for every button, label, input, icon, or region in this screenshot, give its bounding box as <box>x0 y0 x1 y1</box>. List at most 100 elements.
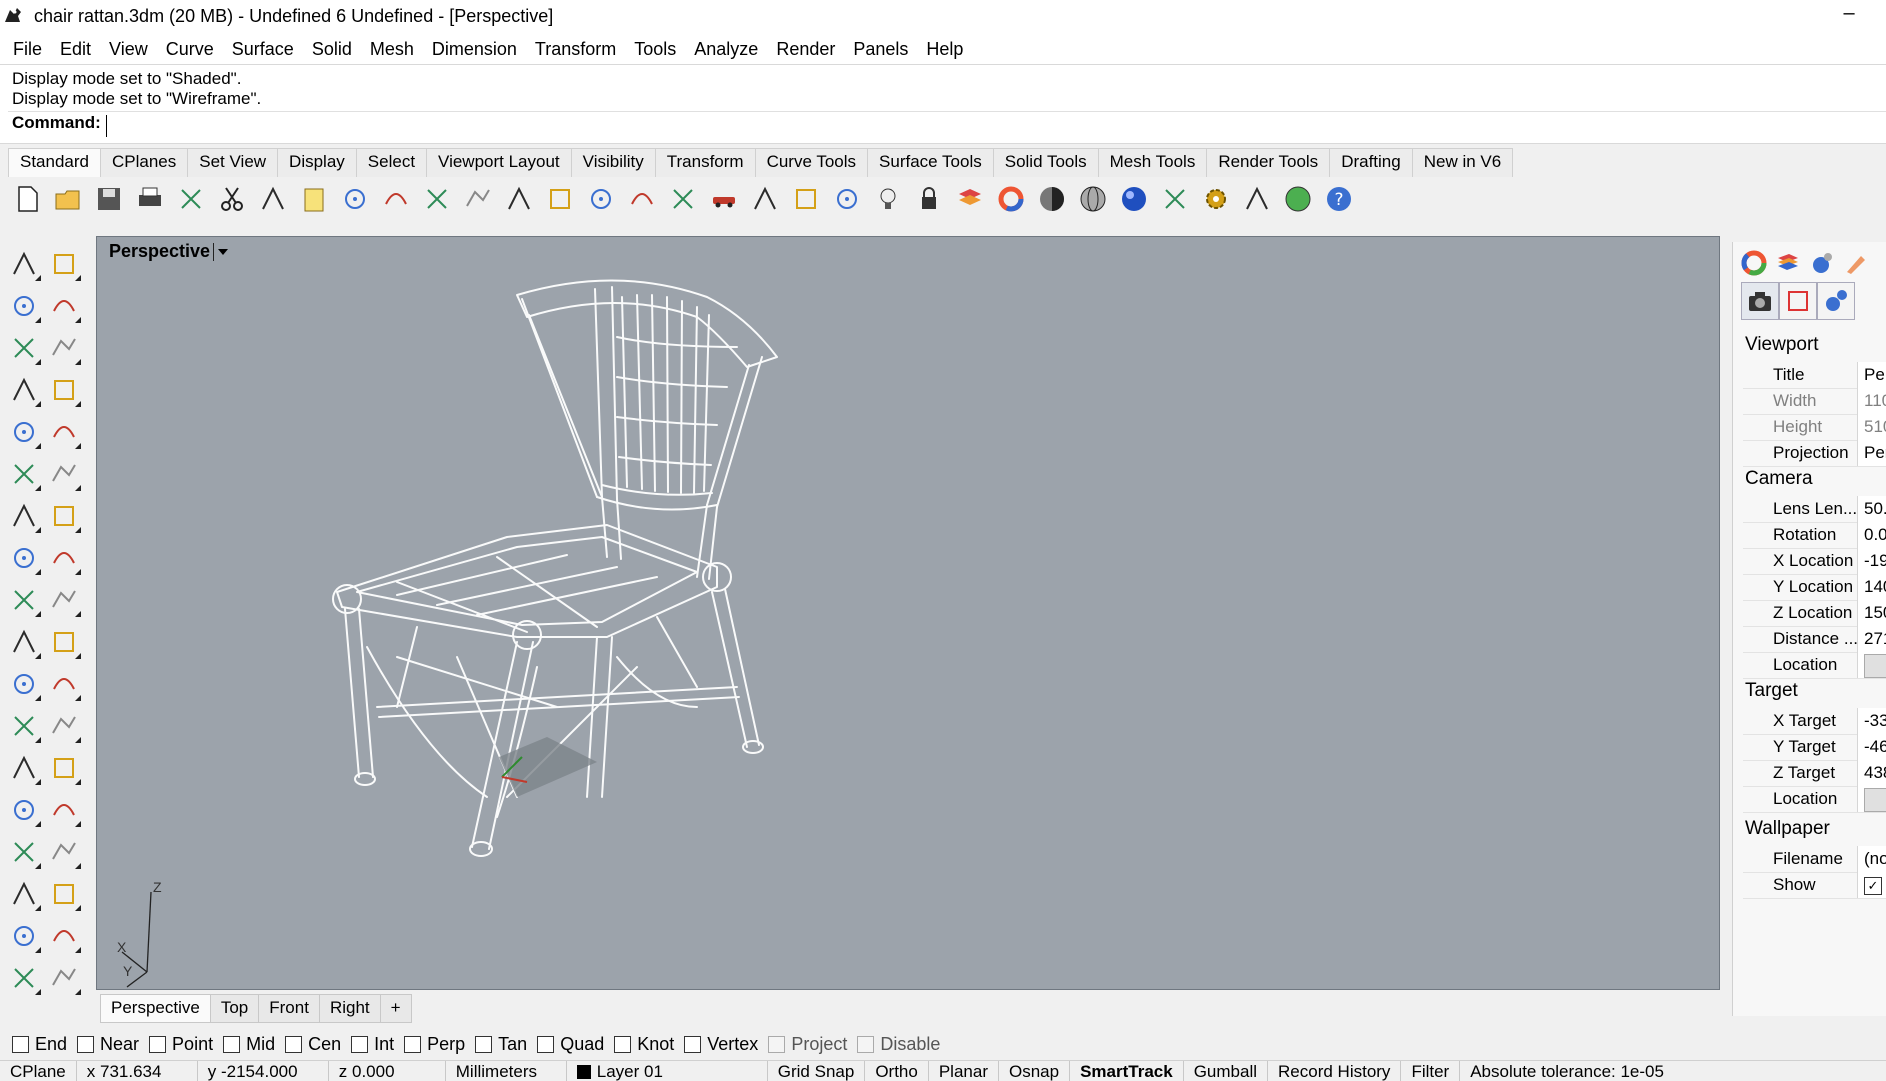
property-value[interactable]: -33 <box>1857 708 1886 734</box>
settings-gear-icon[interactable] <box>1199 182 1233 216</box>
menu-render[interactable]: Render <box>767 39 844 60</box>
osnap-perp[interactable]: Perp <box>404 1034 465 1055</box>
status-toggle-ortho[interactable]: Ortho <box>865 1061 929 1081</box>
osnap-mid[interactable]: Mid <box>223 1034 275 1055</box>
cylinder-icon[interactable] <box>4 538 44 578</box>
rotate-icon[interactable] <box>625 182 659 216</box>
osnap-checkbox[interactable] <box>285 1035 303 1053</box>
property-value[interactable]: 0.0 <box>1857 522 1886 548</box>
property-value[interactable]: 438 <box>1857 760 1886 786</box>
dimension-vertical-icon[interactable] <box>44 874 84 914</box>
circle-icon[interactable] <box>4 328 44 368</box>
wireframe-sphere-icon[interactable] <box>1076 182 1110 216</box>
location-pick-button[interactable] <box>1864 653 1886 678</box>
import-icon[interactable] <box>174 182 208 216</box>
viewport-menu-dropdown[interactable] <box>213 243 230 261</box>
split-icon[interactable] <box>44 580 84 620</box>
tab-visibility[interactable]: Visibility <box>570 148 656 177</box>
rectangle-icon[interactable] <box>44 370 84 410</box>
cplane-icon[interactable] <box>44 958 84 998</box>
render-tab-icon[interactable] <box>1809 250 1835 276</box>
dimension-icon[interactable] <box>1158 182 1192 216</box>
box-icon[interactable] <box>4 496 44 536</box>
property-value[interactable]: 150 <box>1857 600 1886 626</box>
osnap-checkbox[interactable] <box>149 1035 167 1053</box>
undo-icon[interactable] <box>338 182 372 216</box>
menu-analyze[interactable]: Analyze <box>685 39 767 60</box>
array-icon[interactable] <box>4 790 44 830</box>
fillet-icon[interactable] <box>4 706 44 746</box>
zoom-selected-icon[interactable] <box>584 182 618 216</box>
tab-display[interactable]: Display <box>277 148 357 177</box>
status-toggle-osnap[interactable]: Osnap <box>999 1061 1071 1081</box>
light-icon[interactable] <box>871 182 905 216</box>
extrude-surface-icon[interactable] <box>44 454 84 494</box>
osnap-checkbox[interactable] <box>684 1035 702 1053</box>
menu-view[interactable]: View <box>100 39 157 60</box>
polyline-icon[interactable] <box>4 286 44 326</box>
globe-icon[interactable] <box>1281 182 1315 216</box>
zoom-icon[interactable] <box>461 182 495 216</box>
camera-properties-button[interactable] <box>1741 282 1779 320</box>
boolean-union-icon[interactable] <box>4 664 44 704</box>
point-icon[interactable] <box>44 244 84 284</box>
menu-edit[interactable]: Edit <box>51 39 100 60</box>
add-viewport-tab-button[interactable]: + <box>379 994 412 1023</box>
plane-surface-icon[interactable] <box>44 538 84 578</box>
polygon-icon[interactable] <box>4 370 44 410</box>
mirror-icon[interactable] <box>44 790 84 830</box>
tab-transform[interactable]: Transform <box>654 148 756 177</box>
open-icon[interactable] <box>51 182 85 216</box>
osnap-near[interactable]: Near <box>77 1034 139 1055</box>
osnap-checkbox[interactable] <box>351 1035 369 1053</box>
viewport-tab-top[interactable]: Top <box>209 994 260 1023</box>
color-wheel-icon[interactable] <box>994 182 1028 216</box>
tab-solid-tools[interactable]: Solid Tools <box>992 148 1099 177</box>
tab-render-tools[interactable]: Render Tools <box>1206 148 1331 177</box>
property-value[interactable]: 510 <box>1857 414 1886 440</box>
grid-array-icon[interactable] <box>4 874 44 914</box>
tab-select[interactable]: Select <box>355 148 428 177</box>
tab-drafting[interactable]: Drafting <box>1329 148 1413 177</box>
properties-tab-icon[interactable] <box>1843 250 1869 276</box>
command-input[interactable] <box>106 115 1807 137</box>
render-sphere-icon[interactable] <box>1117 182 1151 216</box>
property-value[interactable]: 50. <box>1857 496 1886 522</box>
tab-new-in-v6[interactable]: New in V6 <box>1411 148 1514 177</box>
menu-curve[interactable]: Curve <box>157 39 223 60</box>
analyze-icon[interactable] <box>4 916 44 956</box>
viewport-tab-right[interactable]: Right <box>318 994 381 1023</box>
tab-curve-tools[interactable]: Curve Tools <box>754 148 869 177</box>
blend-icon[interactable] <box>44 706 84 746</box>
osnap-icon[interactable] <box>830 182 864 216</box>
osnap-disable[interactable]: Disable <box>857 1034 940 1055</box>
perspective-viewport[interactable]: Perspective Z X Y <box>96 236 1720 990</box>
viewport-title[interactable]: Perspective <box>109 241 210 262</box>
osnap-end[interactable]: End <box>12 1034 67 1055</box>
rotate-view-icon[interactable] <box>420 182 454 216</box>
lock-icon[interactable] <box>912 182 946 216</box>
menu-solid[interactable]: Solid <box>303 39 361 60</box>
osnap-checkbox[interactable] <box>12 1035 29 1053</box>
tab-surface-tools[interactable]: Surface Tools <box>867 148 994 177</box>
ortho-icon[interactable] <box>1240 182 1274 216</box>
property-value[interactable]: -46 <box>1857 734 1886 760</box>
menu-mesh[interactable]: Mesh <box>361 39 423 60</box>
status-toggle-gumball[interactable]: Gumball <box>1184 1061 1269 1081</box>
explode-icon[interactable] <box>4 580 44 620</box>
tab-cplanes[interactable]: CPlanes <box>100 148 189 177</box>
status-toggle-filter[interactable]: Filter <box>1401 1061 1461 1081</box>
property-value[interactable]: 110 <box>1857 388 1886 414</box>
grid-icon[interactable] <box>748 182 782 216</box>
curve-icon[interactable] <box>44 286 84 326</box>
minimize-button[interactable]: – <box>1832 2 1866 30</box>
material-properties-button[interactable] <box>1817 282 1855 320</box>
help-icon[interactable]: ? <box>1322 182 1356 216</box>
status-toggle-smarttrack[interactable]: SmartTrack <box>1070 1061 1184 1081</box>
tab-set-view[interactable]: Set View <box>187 148 279 177</box>
copy-icon[interactable] <box>256 182 290 216</box>
status-toggle-record-history[interactable]: Record History <box>1268 1061 1402 1081</box>
osnap-vertex[interactable]: Vertex <box>684 1034 758 1055</box>
units-status[interactable]: Millimeters <box>446 1061 567 1081</box>
trim-icon[interactable] <box>4 622 44 662</box>
